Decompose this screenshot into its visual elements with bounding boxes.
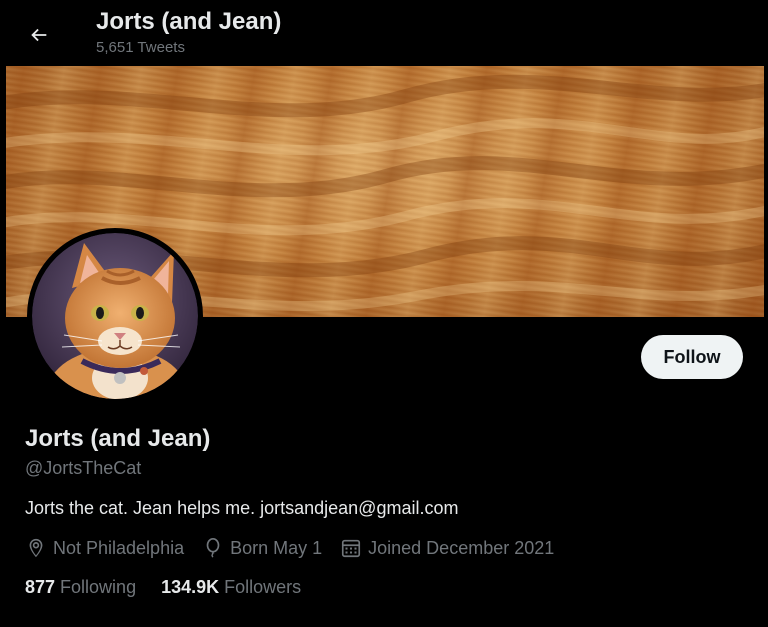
balloon-icon: [202, 537, 224, 559]
location-text: Not Philadelphia: [53, 537, 185, 558]
user-handle: @JortsTheCat: [25, 458, 142, 478]
header-title: Jorts (and Jean): [96, 8, 282, 35]
birthday-item: Born May 1: [202, 537, 322, 559]
profile-meta: Not Philadelphia Born May 1 Joined Decem…: [25, 537, 572, 559]
profile-avatar[interactable]: [27, 228, 203, 404]
joined-item: Joined December 2021: [340, 537, 554, 559]
cat-avatar-icon: [32, 233, 198, 399]
back-button[interactable]: [22, 18, 56, 52]
following-label: Following: [60, 577, 137, 597]
followers-link[interactable]: 134.9K Followers: [161, 577, 301, 598]
birthday-text: Born May 1: [230, 537, 323, 558]
joined-text: Joined December 2021: [368, 537, 555, 558]
display-name: Jorts (and Jean): [25, 425, 211, 452]
followers-count: 134.9K: [161, 577, 220, 597]
tweet-count: 5,651 Tweets: [96, 39, 185, 56]
follow-button[interactable]: Follow: [641, 335, 743, 379]
following-link[interactable]: 877 Following: [25, 577, 136, 598]
profile-bio: Jorts the cat. Jean helps me. jortsandje…: [25, 498, 459, 518]
profile-header: Jorts (and Jean) 5,651 Tweets: [0, 0, 768, 66]
follow-stats: 877 Following 134.9K Followers: [25, 577, 326, 598]
location-item: Not Philadelphia: [25, 537, 184, 559]
arrow-left-icon: [31, 28, 47, 42]
following-count: 877: [25, 577, 56, 597]
location-pin-icon: [25, 537, 47, 559]
followers-label: Followers: [224, 577, 302, 597]
calendar-icon: [340, 537, 362, 559]
